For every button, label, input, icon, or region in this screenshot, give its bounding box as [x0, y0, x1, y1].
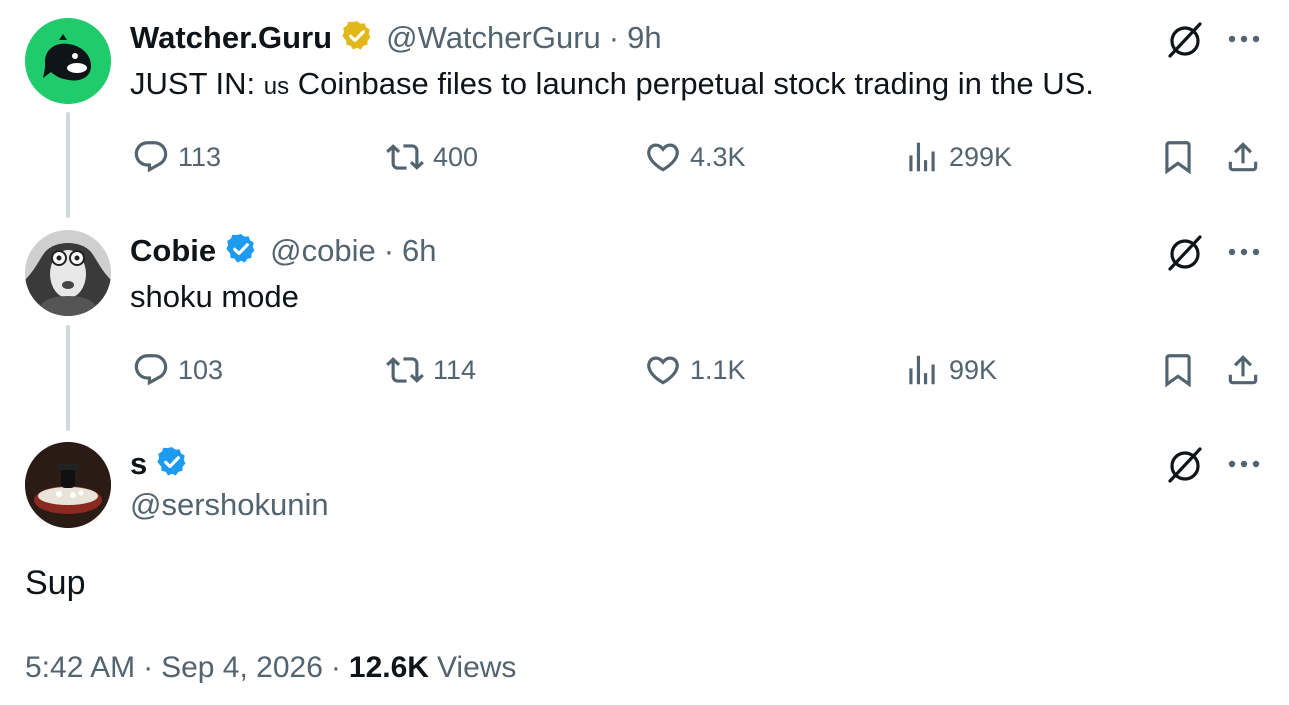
- views-icon: [909, 142, 935, 172]
- separator-dot: ·: [383, 233, 395, 268]
- bookmark-button[interactable]: [1158, 350, 1198, 390]
- whale-logo-icon: [25, 18, 111, 104]
- grok-icon: [1168, 235, 1202, 271]
- more-icon: [1228, 248, 1260, 256]
- more-button[interactable]: [1224, 235, 1264, 269]
- views-icon: [909, 355, 935, 385]
- tweet-text: shoku mode: [130, 279, 299, 314]
- avatar[interactable]: [25, 230, 111, 316]
- cobie-avatar-image: [25, 230, 111, 316]
- repost-icon: [386, 144, 424, 170]
- reply-count: 113: [178, 141, 222, 172]
- more-button[interactable]: [1224, 447, 1264, 481]
- reply-icon: [134, 354, 168, 386]
- views-count: 299K: [949, 141, 1013, 172]
- separator-dot: ·: [143, 651, 154, 684]
- views-button[interactable]: 299K: [903, 138, 1012, 176]
- verified-badge-icon: [340, 19, 374, 58]
- thread-line: [66, 325, 70, 431]
- reply-button[interactable]: 103: [132, 351, 223, 389]
- author-name[interactable]: Cobie: [130, 233, 216, 269]
- grok-icon: [1168, 447, 1202, 483]
- reply-count: 103: [178, 354, 224, 385]
- reply-icon: [134, 141, 168, 173]
- reply-button[interactable]: 113: [132, 138, 221, 176]
- grok-button[interactable]: [1163, 231, 1207, 275]
- sershokunin-avatar-image: [25, 442, 111, 528]
- share-button[interactable]: [1223, 350, 1263, 390]
- repost-count: 400: [433, 141, 479, 172]
- tweet-time[interactable]: 5:42 AM: [25, 651, 135, 685]
- views-label: Views: [436, 651, 517, 684]
- bookmark-icon: [1165, 354, 1191, 388]
- author-handle[interactable]: @sershokunin: [130, 487, 329, 523]
- author-name[interactable]: Watcher.Guru: [130, 20, 332, 56]
- author-handle[interactable]: @cobie: [270, 233, 376, 269]
- like-button[interactable]: 4.3K: [644, 138, 746, 176]
- like-count: 4.3K: [690, 141, 746, 172]
- bookmark-button[interactable]: [1158, 137, 1198, 177]
- share-button[interactable]: [1223, 137, 1263, 177]
- separator-dot: ·: [330, 651, 341, 684]
- more-icon: [1228, 35, 1260, 43]
- tweet-time[interactable]: 9h: [627, 20, 661, 56]
- verified-badge-icon: [224, 232, 258, 271]
- repost-button[interactable]: 400: [385, 138, 478, 176]
- grok-button[interactable]: [1163, 18, 1207, 62]
- flag-us: us: [263, 73, 290, 100]
- tweet-text: Sup: [25, 564, 86, 602]
- author-name[interactable]: s: [130, 446, 147, 482]
- share-icon: [1228, 355, 1258, 385]
- grok-icon: [1168, 22, 1202, 58]
- repost-count: 114: [433, 354, 477, 385]
- verified-badge-icon: [155, 445, 189, 484]
- repost-icon: [386, 357, 424, 383]
- separator-dot: ·: [608, 20, 620, 55]
- bookmark-icon: [1165, 141, 1191, 175]
- tweet-text: JUST IN: us Coinbase files to launch per…: [130, 66, 1094, 102]
- views-count: 12.6K: [348, 651, 429, 684]
- tweet-text-prefix: JUST IN:: [130, 66, 264, 101]
- avatar[interactable]: [25, 442, 111, 528]
- heart-icon: [647, 356, 679, 385]
- repost-button[interactable]: 114: [385, 351, 476, 389]
- avatar[interactable]: [25, 18, 111, 104]
- heart-icon: [647, 143, 679, 172]
- tweet-date[interactable]: Sep 4, 2026: [161, 651, 323, 685]
- more-icon: [1228, 460, 1260, 468]
- author-handle[interactable]: @WatcherGuru: [386, 20, 601, 56]
- like-count: 1.1K: [690, 354, 746, 385]
- tweet-time[interactable]: 6h: [402, 233, 436, 269]
- more-button[interactable]: [1224, 22, 1264, 56]
- views-button[interactable]: 99K: [903, 351, 997, 389]
- thread-line: [66, 112, 70, 218]
- grok-button[interactable]: [1163, 443, 1207, 487]
- views-count: 99K: [949, 354, 998, 385]
- share-icon: [1228, 142, 1258, 172]
- tweet-text-body: Coinbase files to launch perpetual stock…: [289, 66, 1094, 101]
- like-button[interactable]: 1.1K: [644, 351, 746, 389]
